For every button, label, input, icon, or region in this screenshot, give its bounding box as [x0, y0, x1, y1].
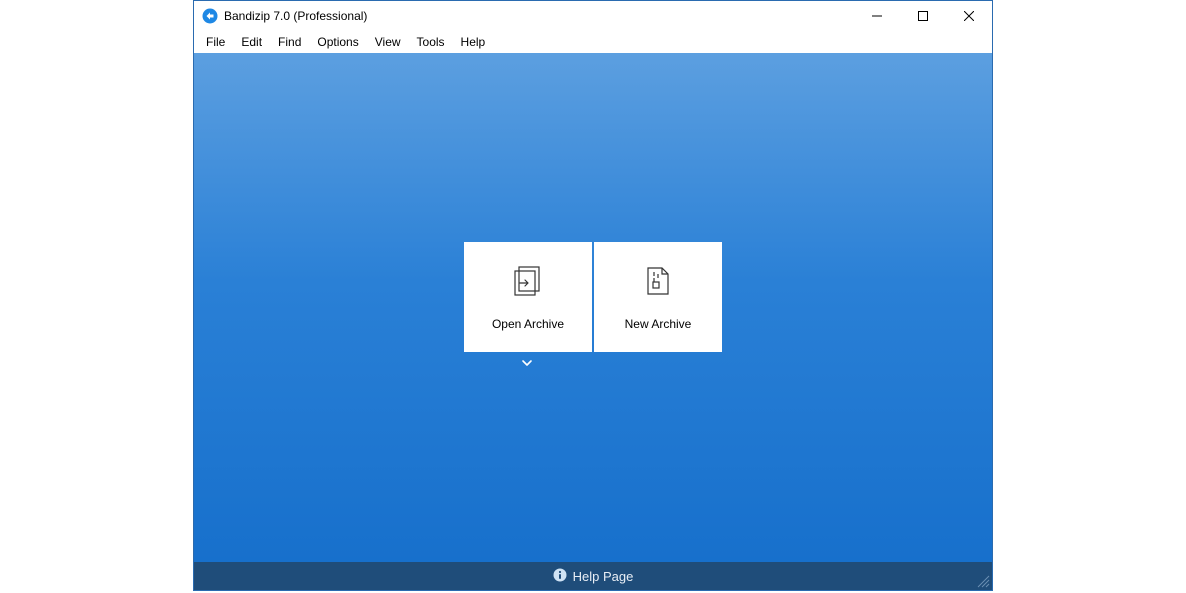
menu-view[interactable]: View: [367, 33, 409, 51]
app-icon: [202, 8, 218, 24]
content-area: Open Archive New Archive: [194, 53, 992, 562]
chevron-down-icon: [520, 356, 534, 373]
open-archive-label: Open Archive: [492, 317, 564, 331]
recent-dropdown[interactable]: [464, 356, 722, 373]
new-archive-button[interactable]: New Archive: [594, 242, 722, 352]
minimize-button[interactable]: [854, 1, 900, 31]
maximize-button[interactable]: [900, 1, 946, 31]
menu-help[interactable]: Help: [453, 33, 494, 51]
menu-file[interactable]: File: [198, 33, 233, 51]
close-button[interactable]: [946, 1, 992, 31]
new-archive-label: New Archive: [625, 317, 692, 331]
menu-tools[interactable]: Tools: [409, 33, 453, 51]
menu-options[interactable]: Options: [309, 33, 366, 51]
help-page-link[interactable]: Help Page: [573, 569, 634, 584]
action-tiles: Open Archive New Archive: [464, 242, 722, 352]
menu-find[interactable]: Find: [270, 33, 309, 51]
new-archive-icon: [641, 264, 675, 317]
menubar: File Edit Find Options View Tools Help: [194, 31, 992, 53]
menu-edit[interactable]: Edit: [233, 33, 270, 51]
window-controls: [854, 1, 992, 31]
titlebar: Bandizip 7.0 (Professional): [194, 1, 992, 31]
resize-grip[interactable]: [976, 574, 990, 588]
app-window: Bandizip 7.0 (Professional) File Edit Fi…: [193, 0, 993, 591]
statusbar[interactable]: Help Page: [194, 562, 992, 590]
window-title: Bandizip 7.0 (Professional): [224, 9, 367, 23]
open-archive-icon: [511, 264, 545, 317]
open-archive-button[interactable]: Open Archive: [464, 242, 592, 352]
info-icon: [553, 568, 567, 585]
